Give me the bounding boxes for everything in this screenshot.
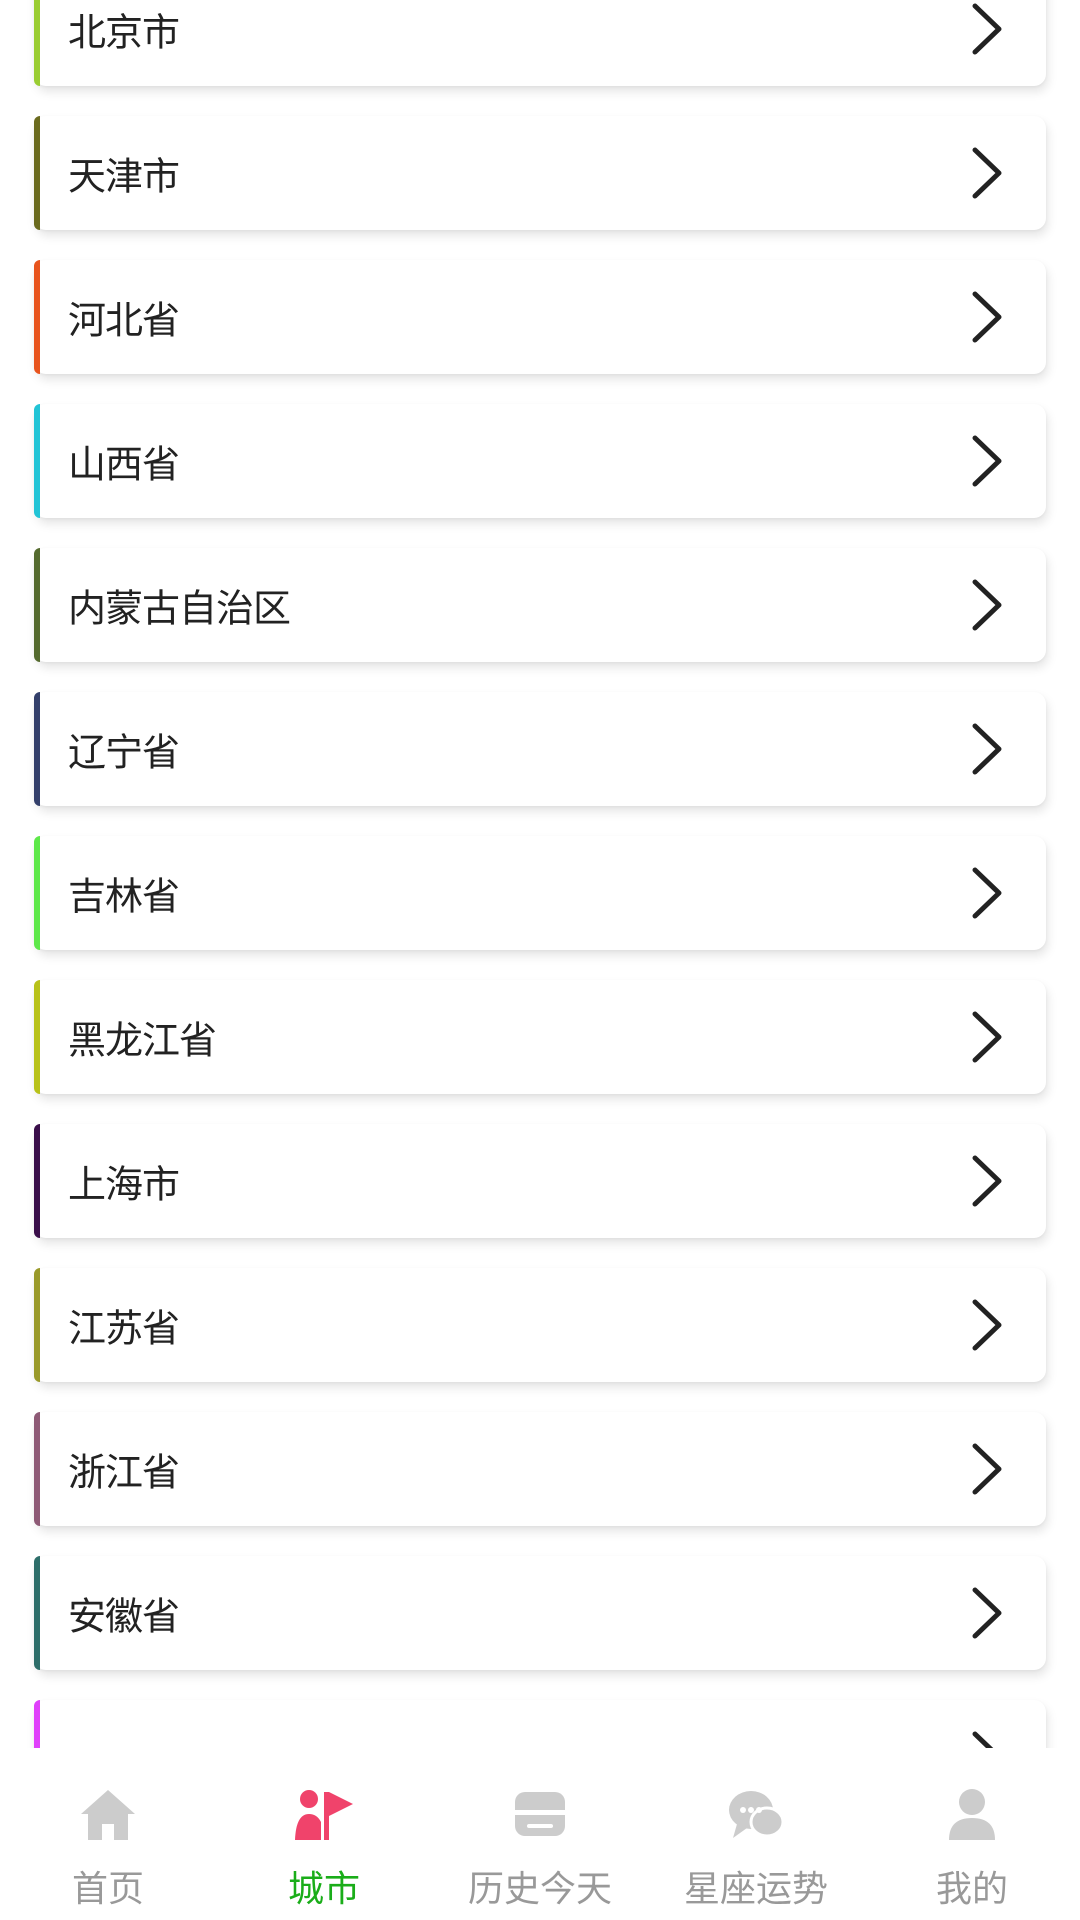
tab-label: 首页 xyxy=(71,1869,144,1910)
accent-bar xyxy=(34,836,40,950)
chevron-right-icon xyxy=(972,1731,994,1748)
accent-bar xyxy=(34,548,40,662)
chevron-right-icon xyxy=(972,579,1002,631)
list-item[interactable]: 天津市 xyxy=(34,116,1046,230)
accent-bar xyxy=(34,1124,40,1238)
chevron-right-icon xyxy=(972,435,1002,487)
chevron-right-icon xyxy=(972,867,1002,919)
list-item[interactable]: 内蒙古自治区 xyxy=(34,548,1046,662)
accent-bar xyxy=(34,1556,40,1670)
user-icon xyxy=(949,1789,995,1840)
province-name: 河北省 xyxy=(68,298,180,343)
chevron-right-icon xyxy=(972,1155,1002,1207)
list-item[interactable]: 河北省 xyxy=(34,260,1046,374)
chevron-right-icon xyxy=(972,1443,1002,1495)
accent-bar xyxy=(34,1412,40,1526)
tab-horoscope[interactable]: 星座运势 xyxy=(648,1748,864,1920)
list-item[interactable]: 上海市 xyxy=(34,1124,1046,1238)
province-name: 内蒙古自治区 xyxy=(68,586,291,631)
history-icon xyxy=(515,1792,565,1836)
list-item[interactable]: 安徽省 xyxy=(34,1556,1046,1670)
list-item[interactable]: 黑龙江省 xyxy=(34,980,1046,1094)
list-item[interactable] xyxy=(34,1700,1046,1748)
chevron-right-icon xyxy=(972,3,1002,55)
tab-label: 城市 xyxy=(287,1869,360,1910)
province-list: 北京市 天津市 河北省 山西省 内蒙古自治区 辽宁省 吉林省 黑龙江省 上海市 … xyxy=(34,0,1046,1748)
province-name: 山西省 xyxy=(68,442,180,487)
list-item[interactable]: 山西省 xyxy=(34,404,1046,518)
tab-city[interactable]: 城市 xyxy=(216,1748,432,1920)
accent-bar xyxy=(34,116,40,230)
accent-bar xyxy=(34,404,40,518)
province-name: 安徽省 xyxy=(68,1594,180,1639)
list-item[interactable]: 辽宁省 xyxy=(34,692,1046,806)
accent-bar xyxy=(34,692,40,806)
list-item[interactable]: 吉林省 xyxy=(34,836,1046,950)
chat-icon xyxy=(729,1791,785,1838)
province-name: 江苏省 xyxy=(68,1306,180,1351)
bottom-tab-bar: 首页 城市 历史今天 星座运势 我的 xyxy=(0,1748,1080,1920)
accent-bar xyxy=(34,1700,40,1748)
tab-home[interactable]: 首页 xyxy=(0,1748,216,1920)
province-name: 天津市 xyxy=(68,154,180,199)
tab-history-today[interactable]: 历史今天 xyxy=(432,1748,648,1920)
province-name: 北京市 xyxy=(68,10,180,55)
province-name: 上海市 xyxy=(68,1162,180,1207)
chevron-right-icon xyxy=(972,723,1002,775)
list-item[interactable]: 江苏省 xyxy=(34,1268,1046,1382)
province-name: 浙江省 xyxy=(68,1450,180,1495)
accent-bar xyxy=(34,980,40,1094)
tab-label: 星座运势 xyxy=(683,1869,828,1910)
chevron-right-icon xyxy=(972,147,1002,199)
list-item[interactable]: 北京市 xyxy=(34,0,1046,86)
tab-label: 历史今天 xyxy=(467,1869,612,1910)
province-list-viewport[interactable]: 北京市 天津市 河北省 山西省 内蒙古自治区 辽宁省 吉林省 黑龙江省 上海市 … xyxy=(0,0,1080,1748)
tab-label: 我的 xyxy=(935,1869,1008,1910)
accent-bar xyxy=(34,260,40,374)
province-name: 辽宁省 xyxy=(68,730,180,775)
list-item[interactable]: 浙江省 xyxy=(34,1412,1046,1526)
accent-bar xyxy=(34,0,40,86)
accent-bar xyxy=(34,1268,40,1382)
city-flag-icon xyxy=(295,1790,353,1840)
province-name: 黑龙江省 xyxy=(68,1018,217,1063)
tab-mine[interactable]: 我的 xyxy=(864,1748,1080,1920)
chevron-right-icon xyxy=(972,1587,1002,1639)
chevron-right-icon xyxy=(972,1011,1002,1063)
chevron-right-icon xyxy=(972,1299,1002,1351)
chevron-right-icon xyxy=(972,291,1002,343)
home-icon xyxy=(81,1790,135,1840)
province-name: 吉林省 xyxy=(68,874,180,919)
